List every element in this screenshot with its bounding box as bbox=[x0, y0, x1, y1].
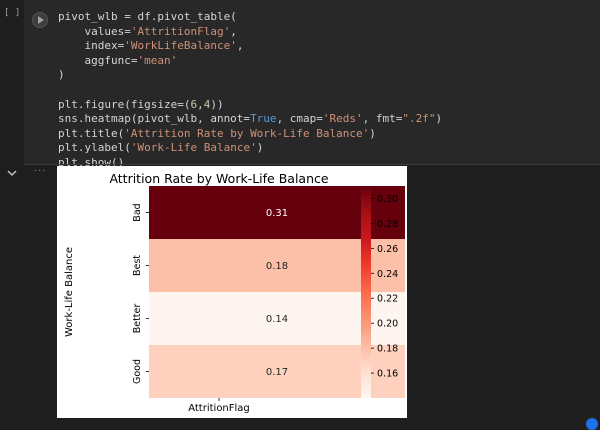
x-axis-label: AttritionFlag bbox=[188, 403, 250, 414]
y-tick-label: Better bbox=[132, 304, 143, 334]
colorbar-tick-label: 0.18 bbox=[377, 344, 398, 355]
colorbar-tick-label: 0.26 bbox=[377, 244, 398, 255]
colorbar-tick-label: 0.28 bbox=[377, 219, 398, 230]
code-line[interactable] bbox=[58, 83, 442, 98]
y-tick-label: Bad bbox=[132, 203, 143, 221]
cell-annotation: 0.17 bbox=[266, 367, 288, 378]
execution-count: [ ] bbox=[4, 8, 21, 18]
cell-annotation: 0.31 bbox=[266, 208, 288, 219]
output-menu-icon[interactable]: ··· bbox=[34, 166, 47, 177]
status-indicator bbox=[586, 418, 598, 430]
code-line[interactable]: aggfunc='mean' bbox=[58, 54, 442, 69]
y-axis-label: Work-Life Balance bbox=[64, 247, 75, 337]
run-cell-button[interactable] bbox=[32, 12, 48, 28]
colorbar-tick-label: 0.22 bbox=[377, 294, 398, 305]
code-line[interactable]: plt.ylabel('Work-Life Balance') bbox=[58, 141, 442, 156]
code-line[interactable]: plt.figure(figsize=(6,4)) bbox=[58, 98, 442, 113]
cell-gutter: [ ] bbox=[0, 0, 24, 423]
colorbar bbox=[361, 186, 371, 398]
code-line[interactable]: ) bbox=[58, 68, 442, 83]
chevron-down-icon[interactable] bbox=[7, 168, 17, 178]
code-line[interactable]: index='WorkLifeBalance', bbox=[58, 39, 442, 54]
code-line[interactable]: plt.title('Attrition Rate by Work-Life B… bbox=[58, 127, 442, 142]
colorbar-tick-label: 0.16 bbox=[377, 369, 398, 380]
chart-title: Attrition Rate by Work-Life Balance bbox=[109, 171, 328, 186]
colorbar-tick-label: 0.20 bbox=[377, 319, 398, 330]
code-editor[interactable]: pivot_wlb = df.pivot_table( values='Attr… bbox=[58, 10, 442, 171]
cell-annotation: 0.18 bbox=[266, 261, 288, 272]
colorbar-tick-label: 0.24 bbox=[377, 269, 398, 280]
output-divider bbox=[24, 164, 600, 165]
code-line[interactable]: pivot_wlb = df.pivot_table( bbox=[58, 10, 442, 25]
heatmap-chart: Attrition Rate by Work-Life Balance 0.31… bbox=[64, 171, 405, 414]
y-tick-label: Best bbox=[132, 255, 143, 276]
colorbar-tick-label: 0.30 bbox=[377, 194, 398, 205]
output-figure: Attrition Rate by Work-Life Balance 0.31… bbox=[57, 166, 407, 418]
cell-annotation: 0.14 bbox=[266, 314, 288, 325]
code-line[interactable]: sns.heatmap(pivot_wlb, annot=True, cmap=… bbox=[58, 112, 442, 127]
code-line[interactable]: values='AttritionFlag', bbox=[58, 25, 442, 40]
y-tick-label: Good bbox=[132, 359, 143, 384]
